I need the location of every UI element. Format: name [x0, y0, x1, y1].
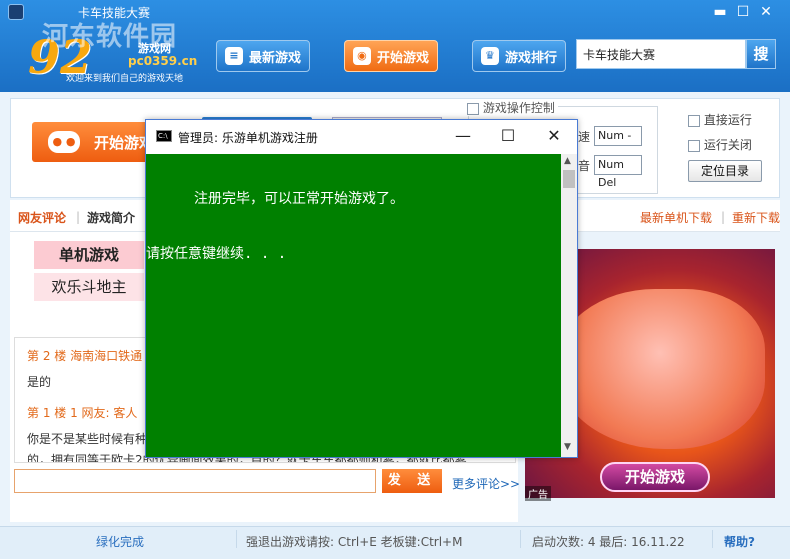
list-icon: ≡: [224, 47, 243, 65]
speed-key-field[interactable]: Num -: [594, 126, 642, 146]
console-line: 请按任意键继续. . .: [146, 246, 287, 262]
console-icon: C:\: [156, 130, 172, 142]
ad-tag: 广告: [525, 486, 551, 501]
run-close-checkbox[interactable]: [688, 139, 700, 152]
direct-run-label: 直接运行: [703, 113, 752, 127]
scroll-up-icon[interactable]: ▲: [564, 156, 571, 166]
comment-body: 你是不是某些时候有种: [27, 432, 148, 446]
run-close-label: 运行关闭: [703, 138, 752, 152]
latest-download-link[interactable]: 最新单机下载: [640, 209, 712, 226]
re-download-link[interactable]: 重新下载: [732, 209, 780, 226]
category-doudizhu[interactable]: 欢乐斗地主: [34, 273, 144, 301]
control-group-title: 游戏操作控制: [464, 99, 558, 116]
status-divider: [712, 530, 713, 548]
comment-input[interactable]: [14, 469, 376, 493]
nav-new-games-label: 最新游戏: [248, 50, 301, 66]
console-window[interactable]: C:\ 管理员: 乐游单机游戏注册 — ☐ ✕ 注册完毕，可以正常开始游戏了。 …: [145, 119, 578, 458]
gamepad-icon: ◉: [352, 47, 371, 65]
nav-new-games-button[interactable]: ≡ 最新游戏: [216, 40, 310, 72]
tab-separator: |: [76, 210, 81, 224]
minimize-button[interactable]: ▬: [710, 3, 730, 21]
speed-label: 速: [578, 130, 591, 144]
comment-header: 第 2 楼 海南海口铁通: [27, 349, 143, 363]
maximize-button[interactable]: ☐: [733, 3, 753, 21]
console-line: 注册完毕，可以正常开始游戏了。: [194, 191, 404, 207]
console-scrollbar[interactable]: ▲ ▼: [561, 154, 577, 457]
console-title-bar[interactable]: C:\ 管理员: 乐游单机游戏注册 — ☐ ✕: [146, 120, 577, 153]
console-close-button[interactable]: ✕: [539, 124, 569, 148]
direct-run-option[interactable]: 直接运行: [688, 111, 752, 128]
sound-label: 音: [578, 159, 591, 173]
status-launch-info: 启动次数: 4 最后: 16.11.22: [532, 535, 685, 549]
sound-key-field[interactable]: Num Del: [594, 155, 642, 189]
status-hotkeys: 强退出游戏请按: Ctrl+E 老板键:Ctrl+M: [246, 535, 463, 549]
comment-body: 是的: [27, 375, 52, 389]
scroll-down-icon[interactable]: ▼: [564, 442, 571, 452]
nav-ranking-label: 游戏排行: [504, 50, 557, 66]
tab-separator: |: [721, 210, 726, 224]
control-checkbox[interactable]: [467, 102, 479, 115]
search-input[interactable]: 卡车技能大赛: [576, 39, 746, 69]
status-greening: 绿化完成: [96, 535, 145, 549]
start-game-button[interactable]: ● ● 开始游戏: [32, 122, 162, 162]
send-button[interactable]: 发 送: [382, 469, 442, 493]
search-button[interactable]: 搜: [746, 39, 776, 69]
console-minimize-button[interactable]: —: [448, 124, 478, 148]
category-single-game[interactable]: 单机游戏: [34, 241, 144, 269]
ad-character: [555, 289, 765, 449]
scrollbar-thumb[interactable]: [563, 170, 575, 188]
tab-intro[interactable]: 游戏简介: [87, 209, 135, 226]
close-button[interactable]: ✕: [756, 3, 776, 21]
run-close-option[interactable]: 运行关闭: [688, 136, 752, 153]
control-title-label: 游戏操作控制: [482, 101, 555, 115]
status-divider: [236, 530, 237, 548]
gamepad-icon: ● ●: [48, 131, 80, 153]
logo-url: pc0359.cn: [128, 54, 198, 68]
ad-start-game-badge[interactable]: 开始游戏: [600, 462, 710, 492]
locate-directory-button[interactable]: 定位目录: [688, 160, 762, 182]
status-divider: [520, 530, 521, 548]
more-comments-link[interactable]: 更多评论>>: [452, 475, 520, 492]
nav-start-game-label: 开始游戏: [376, 50, 429, 66]
console-output[interactable]: 注册完毕，可以正常开始游戏了。 请按任意键继续. . .: [146, 154, 561, 457]
tab-reviews[interactable]: 网友评论: [18, 209, 66, 226]
console-title: 管理员: 乐游单机游戏注册: [178, 131, 318, 145]
slogan: 欢迎来到我们自己的游戏天地: [66, 74, 184, 84]
nav-ranking-button[interactable]: ♛ 游戏排行: [472, 40, 566, 72]
direct-run-checkbox[interactable]: [688, 114, 700, 127]
trophy-icon: ♛: [480, 47, 499, 65]
comment-header: 第 1 楼 1 网友: 客人: [27, 406, 138, 420]
console-maximize-button[interactable]: ☐: [493, 124, 523, 148]
nav-start-game-button[interactable]: ◉ 开始游戏: [344, 40, 438, 72]
help-link[interactable]: 帮助?: [724, 533, 755, 550]
